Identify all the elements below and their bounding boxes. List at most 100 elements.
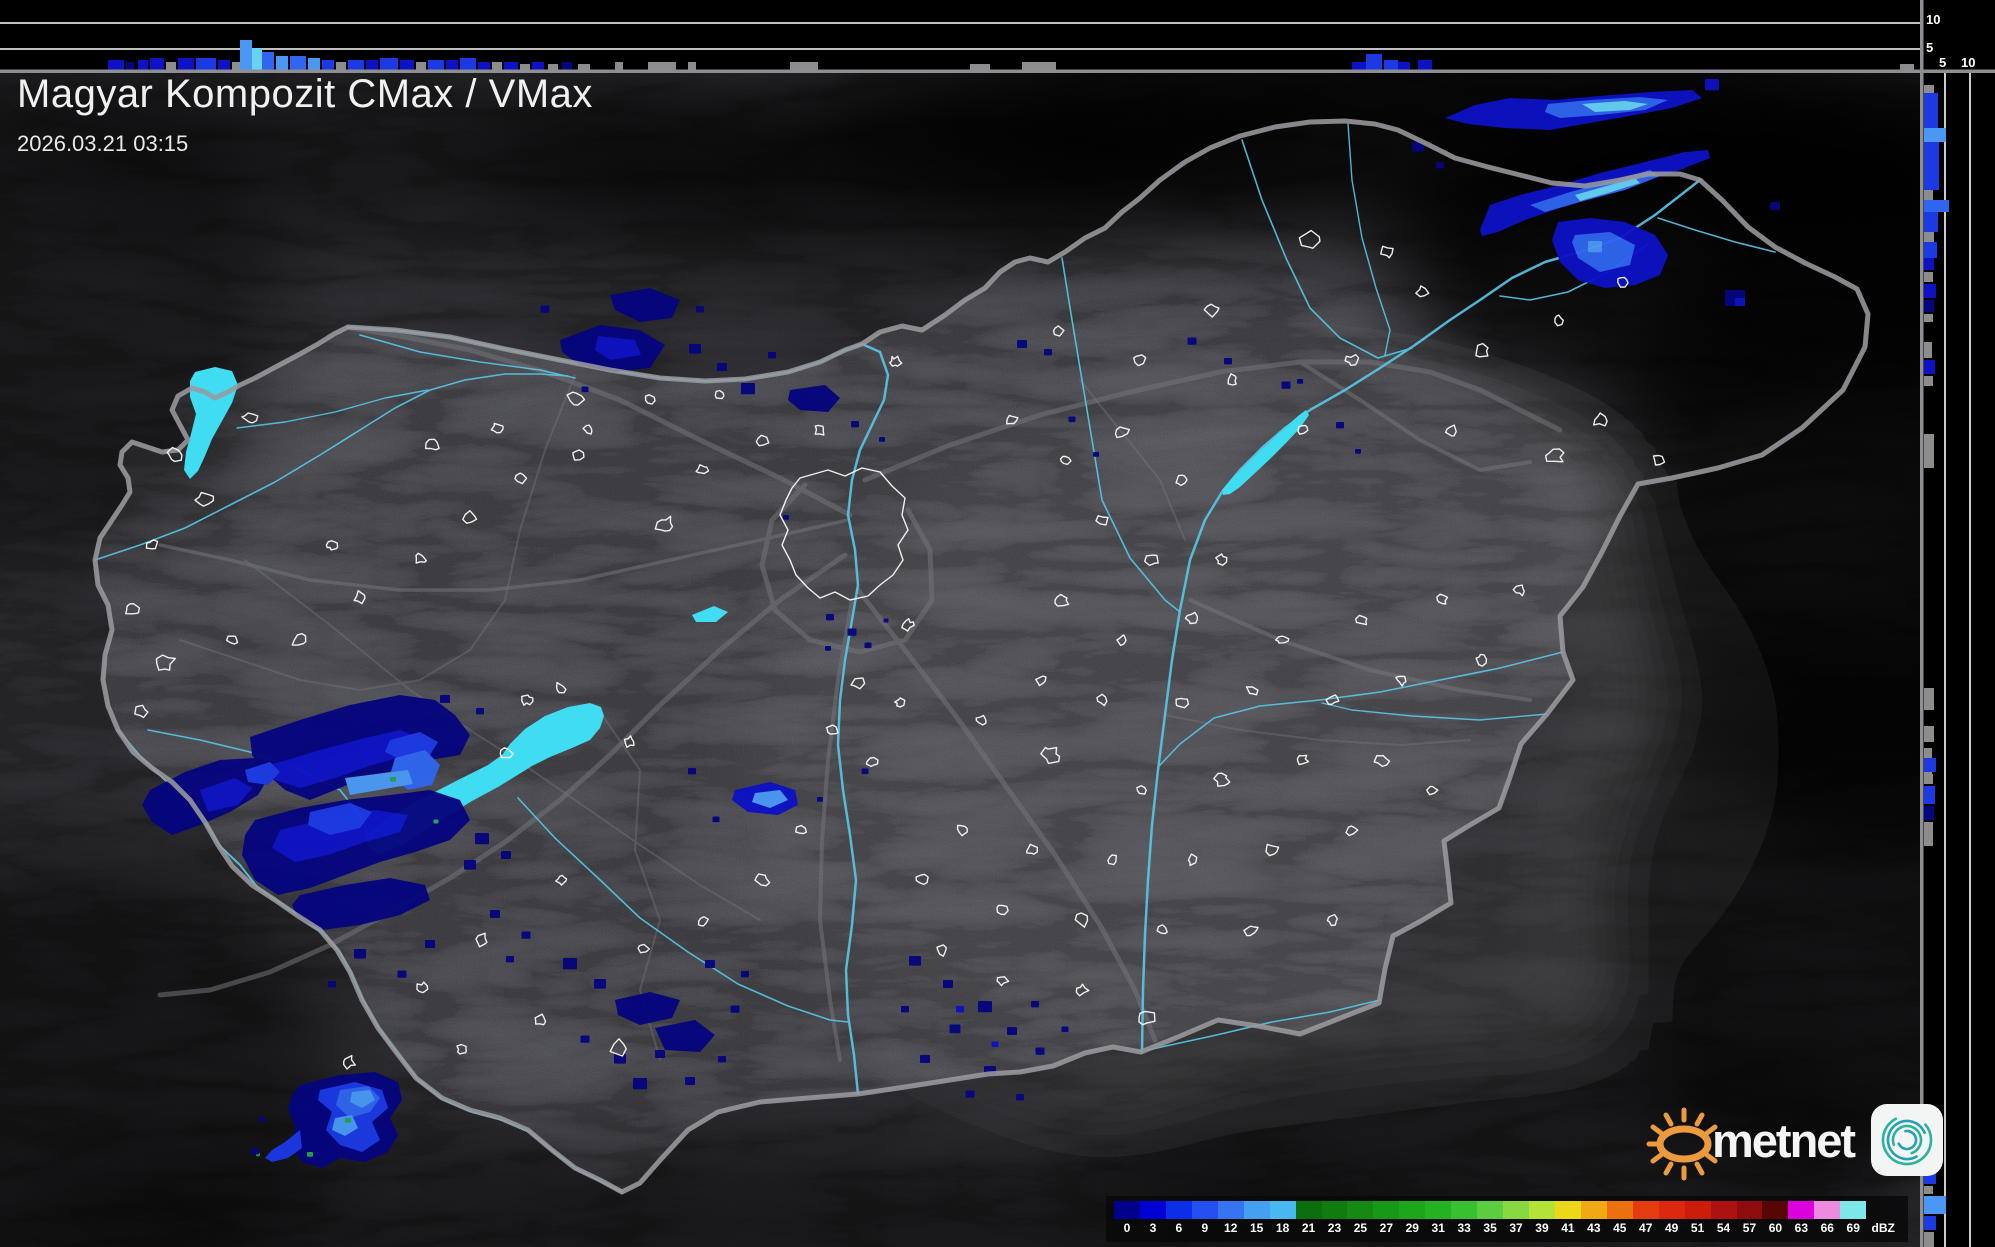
legend-tick-label: 63 [1788, 1221, 1814, 1235]
echo-patch [1017, 340, 1027, 348]
top-profile-block [520, 64, 530, 70]
top-profile-block [196, 58, 216, 70]
legend-segment: 35 [1477, 1201, 1503, 1235]
legend-color-swatch [1788, 1201, 1814, 1219]
echo-patch [1297, 379, 1303, 384]
legend-segment: 6 [1166, 1201, 1192, 1235]
right-profile-block [1924, 822, 1933, 846]
echo-patch [1093, 452, 1099, 457]
top-profile-block [126, 62, 134, 70]
legend-tick-label: 39 [1529, 1221, 1555, 1235]
right-profile-block [1924, 300, 1934, 312]
legend-color-swatch [1114, 1201, 1140, 1219]
right-profile-block [1924, 232, 1934, 242]
echo-patch [1588, 241, 1602, 252]
echo-patch [741, 383, 755, 394]
profile-baseline-horizontal [0, 70, 1995, 74]
echo-patch [251, 1148, 259, 1154]
top-profile-block [380, 58, 398, 70]
top-profile-block [492, 62, 502, 70]
top-profile-block [1366, 54, 1382, 70]
top-profile-block [262, 52, 274, 70]
top-profile-block [1398, 62, 1410, 70]
echo-patch [522, 932, 531, 939]
echo-patch [696, 306, 704, 312]
top-axis-10km-label: 10 [1926, 13, 1940, 26]
legend-segment: 51 [1685, 1201, 1711, 1235]
right-profile-block [1924, 200, 1949, 212]
legend-segment: 23 [1322, 1201, 1348, 1235]
top-profile-block [322, 60, 334, 70]
legend-tick-label: 15 [1244, 1221, 1270, 1235]
echo-patch [582, 387, 589, 393]
legend-color-swatch [1373, 1201, 1399, 1219]
echo-patch [717, 363, 727, 371]
echo-patch [978, 1001, 992, 1012]
echo-patch [689, 344, 701, 354]
echo-patch [825, 646, 831, 651]
legend-color-swatch [1296, 1201, 1322, 1219]
top-profile-block [548, 64, 558, 70]
legend-color-swatch [1814, 1201, 1840, 1219]
top-profile-block [446, 60, 458, 70]
echo-patch [541, 306, 550, 313]
legend-tick-label: 33 [1451, 1221, 1477, 1235]
legend-color-swatch [1322, 1201, 1348, 1219]
echo-patch [783, 515, 789, 520]
legend-tick-label: 66 [1814, 1221, 1840, 1235]
legend-color-swatch [1218, 1201, 1244, 1219]
echo-patch [718, 1056, 726, 1062]
right-profile-block [1924, 434, 1934, 468]
echo-patch [563, 958, 577, 969]
top-profile-block [504, 62, 518, 70]
echo-patch [741, 971, 749, 977]
top-axis-5km-label: 5 [1926, 41, 1933, 54]
legend-tick-label: 29 [1399, 1221, 1425, 1235]
legend-tick-label: 41 [1555, 1221, 1581, 1235]
echo-patch [345, 1118, 351, 1123]
right-profile-block [1924, 272, 1933, 282]
echo-patch [705, 960, 715, 968]
top-profile-strip [0, 0, 1921, 71]
top-profile-block [276, 56, 288, 70]
echo-patch [817, 797, 823, 802]
legend-color-swatch [1840, 1201, 1866, 1219]
echo-patch [1069, 417, 1076, 423]
right-profile-block [1924, 212, 1938, 232]
echo-patch [490, 910, 500, 918]
legend-tick-label: 9 [1192, 1221, 1218, 1235]
echo-patch [884, 619, 889, 623]
top-profile-block [138, 60, 148, 70]
right-profile-block [1924, 242, 1937, 258]
echo-patch [1031, 1001, 1039, 1007]
legend-segment: 9 [1192, 1201, 1218, 1235]
echo-patch [688, 768, 696, 774]
echo-patch [1282, 382, 1291, 389]
echo-patch [655, 1050, 665, 1058]
right-profile-block [1924, 688, 1934, 710]
legend-color-swatch [1399, 1201, 1425, 1219]
top-profile-block [218, 60, 230, 70]
right-profile-block [1924, 726, 1934, 742]
right-profile-block [1924, 284, 1936, 298]
top-profile-block [615, 62, 623, 70]
top-profile-block [1352, 62, 1368, 70]
legend-tick-label: 60 [1762, 1221, 1788, 1235]
sun-icon [1646, 1096, 1720, 1184]
legend-color-swatch [1581, 1201, 1607, 1219]
legend-color-swatch [1425, 1201, 1451, 1219]
legend-tick-label: 23 [1322, 1221, 1348, 1235]
legend-segment: 33 [1451, 1201, 1477, 1235]
right-profile-block [1924, 360, 1935, 374]
legend-tick-label: 35 [1477, 1221, 1503, 1235]
legend-tick-label: 45 [1607, 1221, 1633, 1235]
legend-unit-label: dBZ [1866, 1221, 1900, 1235]
top-profile-block [348, 60, 364, 70]
right-axis-10km-label: 10 [1961, 56, 1975, 69]
echo-patch [992, 1042, 999, 1048]
echo-patch [901, 1006, 909, 1012]
echo-patch [1355, 449, 1361, 454]
right-axis-5km-label: 5 [1939, 56, 1946, 69]
echo-patch [950, 1025, 961, 1034]
right-profile-block [1924, 1196, 1946, 1214]
